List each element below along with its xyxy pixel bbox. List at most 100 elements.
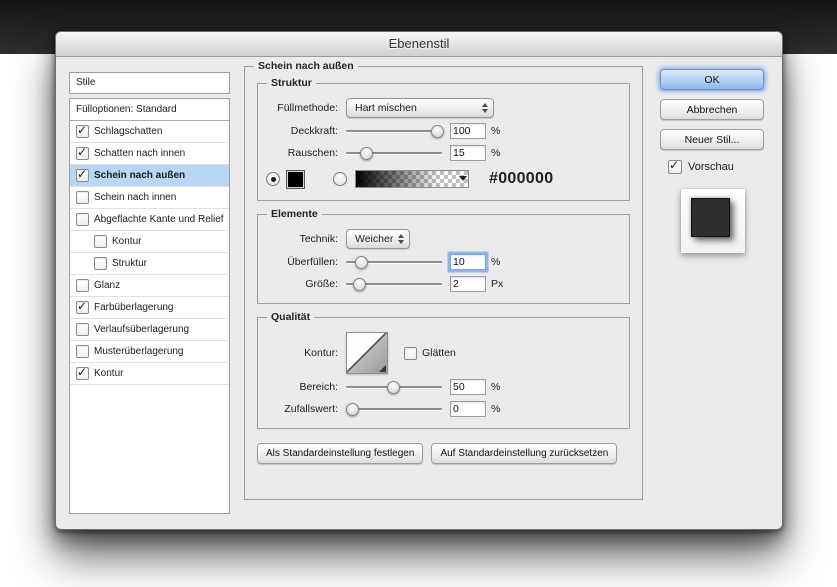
sidebar-item-label: Schein nach innen bbox=[94, 192, 176, 203]
sidebar-item-label: Schatten nach innen bbox=[94, 148, 185, 159]
checkbox[interactable] bbox=[94, 257, 107, 270]
sidebar-item-label: Kontur bbox=[112, 236, 141, 247]
panel-title: Schein nach außen bbox=[254, 60, 358, 72]
sidebar-item-label: Abgeflachte Kante und Relief bbox=[94, 214, 224, 225]
opacity-unit: % bbox=[491, 125, 500, 137]
checkbox[interactable] bbox=[76, 279, 89, 292]
opacity-input[interactable] bbox=[450, 123, 486, 139]
range-label: Bereich: bbox=[266, 381, 338, 393]
sidebar-item-schein-nach-innen[interactable]: Schein nach innen bbox=[70, 187, 229, 209]
updown-arrows-icon bbox=[398, 230, 404, 248]
contour-label: Kontur: bbox=[266, 347, 338, 359]
sidebar-item-label: Glanz bbox=[94, 280, 120, 291]
range-input[interactable] bbox=[450, 379, 486, 395]
range-unit: % bbox=[491, 381, 500, 393]
sidebar-item-kontur[interactable]: Kontur bbox=[70, 363, 229, 385]
sidebar-item-label: Musterüberlagerung bbox=[94, 346, 184, 357]
cancel-button[interactable]: Abbrechen bbox=[660, 99, 764, 120]
titlebar[interactable]: Ebenenstil bbox=[56, 32, 782, 57]
range-slider[interactable] bbox=[346, 380, 442, 393]
slider-thumb[interactable] bbox=[360, 147, 373, 160]
color-gradient-radio[interactable] bbox=[333, 172, 347, 186]
action-column: OK Abbrechen Neuer Stil... Vorschau bbox=[660, 69, 778, 253]
size-slider[interactable] bbox=[346, 277, 442, 290]
reset-default-button[interactable]: Auf Standardeinstellung zurücksetzen bbox=[431, 443, 617, 464]
slider-thumb[interactable] bbox=[355, 256, 368, 269]
anti-alias-checkbox[interactable] bbox=[404, 347, 417, 360]
outer-glow-panel: Schein nach außen Struktur Füllmethode: … bbox=[244, 66, 643, 500]
sidebar-item-glanz[interactable]: Glanz bbox=[70, 275, 229, 297]
contour-picker-arrow-icon[interactable] bbox=[379, 365, 386, 372]
slider-thumb[interactable] bbox=[431, 125, 444, 138]
slider-thumb[interactable] bbox=[346, 403, 359, 416]
sidebar-item-schatten-nach-innen[interactable]: Schatten nach innen bbox=[70, 143, 229, 165]
styles-header[interactable]: Stile bbox=[69, 72, 230, 94]
checkbox[interactable] bbox=[76, 345, 89, 358]
spread-label: Überfüllen: bbox=[266, 256, 338, 268]
jitter-label: Zufallswert: bbox=[266, 403, 338, 415]
sidebar-item-kontur-sub[interactable]: Kontur bbox=[70, 231, 229, 253]
noise-label: Rauschen: bbox=[266, 147, 338, 159]
slider-thumb[interactable] bbox=[353, 278, 366, 291]
jitter-slider[interactable] bbox=[346, 402, 442, 415]
sidebar-item-schlagschatten[interactable]: Schlagschatten bbox=[70, 121, 229, 143]
checkbox[interactable] bbox=[76, 301, 89, 314]
opacity-label: Deckkraft: bbox=[266, 125, 338, 137]
checkbox[interactable] bbox=[76, 125, 89, 138]
updown-arrows-icon bbox=[482, 99, 488, 117]
section-qualitaet: Qualität Kontur: Glätten Bereich: % bbox=[257, 317, 630, 429]
sidebar-item-struktur-sub[interactable]: Struktur bbox=[70, 253, 229, 275]
sidebar-item-verlaufsueberlagerung[interactable]: Verlaufsüberlagerung bbox=[70, 319, 229, 341]
opacity-slider[interactable] bbox=[346, 124, 442, 137]
preview-checkbox[interactable] bbox=[668, 160, 682, 174]
technique-select[interactable]: Weicher bbox=[346, 229, 410, 249]
sidebar-item-label: Fülloptionen: Standard bbox=[76, 104, 177, 115]
checkbox[interactable] bbox=[94, 235, 107, 248]
sidebar-item-farbueberlagerung[interactable]: Farbüberlagerung bbox=[70, 297, 229, 319]
color-solid-radio[interactable] bbox=[266, 172, 280, 186]
sidebar-item-label: Struktur bbox=[112, 258, 147, 269]
set-default-button[interactable]: Als Standardeinstellung festlegen bbox=[257, 443, 423, 464]
style-list: Fülloptionen: Standard Schlagschatten Sc… bbox=[69, 98, 230, 514]
blend-mode-value: Hart mischen bbox=[355, 102, 417, 114]
anti-alias-label: Glätten bbox=[422, 347, 456, 359]
sidebar-item-abgeflachte-kante[interactable]: Abgeflachte Kante und Relief bbox=[70, 209, 229, 231]
gradient-preview[interactable] bbox=[355, 170, 469, 188]
checkbox[interactable] bbox=[76, 191, 89, 204]
sidebar-item-label: Farbüberlagerung bbox=[94, 302, 174, 313]
window-title: Ebenenstil bbox=[389, 36, 450, 51]
checkbox[interactable] bbox=[76, 147, 89, 160]
noise-input[interactable] bbox=[450, 145, 486, 161]
jitter-input[interactable] bbox=[450, 401, 486, 417]
size-input[interactable] bbox=[450, 276, 486, 292]
spread-input[interactable] bbox=[450, 254, 486, 270]
checkbox[interactable] bbox=[76, 169, 89, 182]
contour-thumbnail[interactable] bbox=[346, 332, 388, 374]
styles-sidebar: Stile Fülloptionen: Standard Schlagschat… bbox=[69, 72, 230, 514]
blend-mode-select[interactable]: Hart mischen bbox=[346, 98, 494, 118]
checkbox[interactable] bbox=[76, 323, 89, 336]
sidebar-item-label: Verlaufsüberlagerung bbox=[94, 324, 189, 335]
ok-button[interactable]: OK bbox=[660, 69, 764, 90]
preview-thumbnail bbox=[681, 189, 745, 253]
slider-thumb[interactable] bbox=[387, 381, 400, 394]
sidebar-item-label: Schein nach außen bbox=[94, 170, 185, 181]
technique-value: Weicher bbox=[355, 233, 393, 245]
new-style-button[interactable]: Neuer Stil... bbox=[660, 129, 764, 150]
checkbox[interactable] bbox=[76, 213, 89, 226]
sidebar-item-musterueberlagerung[interactable]: Musterüberlagerung bbox=[70, 341, 229, 363]
sidebar-item-fuelloptionen[interactable]: Fülloptionen: Standard bbox=[70, 99, 229, 121]
size-unit: Px bbox=[491, 278, 503, 290]
noise-slider[interactable] bbox=[346, 146, 442, 159]
preview-layer-square bbox=[691, 198, 730, 237]
preview-label: Vorschau bbox=[688, 161, 734, 173]
checkbox[interactable] bbox=[76, 367, 89, 380]
section-title: Elemente bbox=[267, 208, 322, 220]
sidebar-item-schein-nach-aussen[interactable]: Schein nach außen bbox=[70, 165, 229, 187]
color-swatch[interactable] bbox=[286, 170, 305, 189]
noise-unit: % bbox=[491, 147, 500, 159]
dialog-content: Stile Fülloptionen: Standard Schlagschat… bbox=[56, 57, 782, 529]
gradient-picker-arrow-icon[interactable] bbox=[459, 176, 467, 181]
layer-style-dialog: Ebenenstil Stile Fülloptionen: Standard … bbox=[55, 31, 783, 530]
spread-slider[interactable] bbox=[346, 255, 442, 268]
